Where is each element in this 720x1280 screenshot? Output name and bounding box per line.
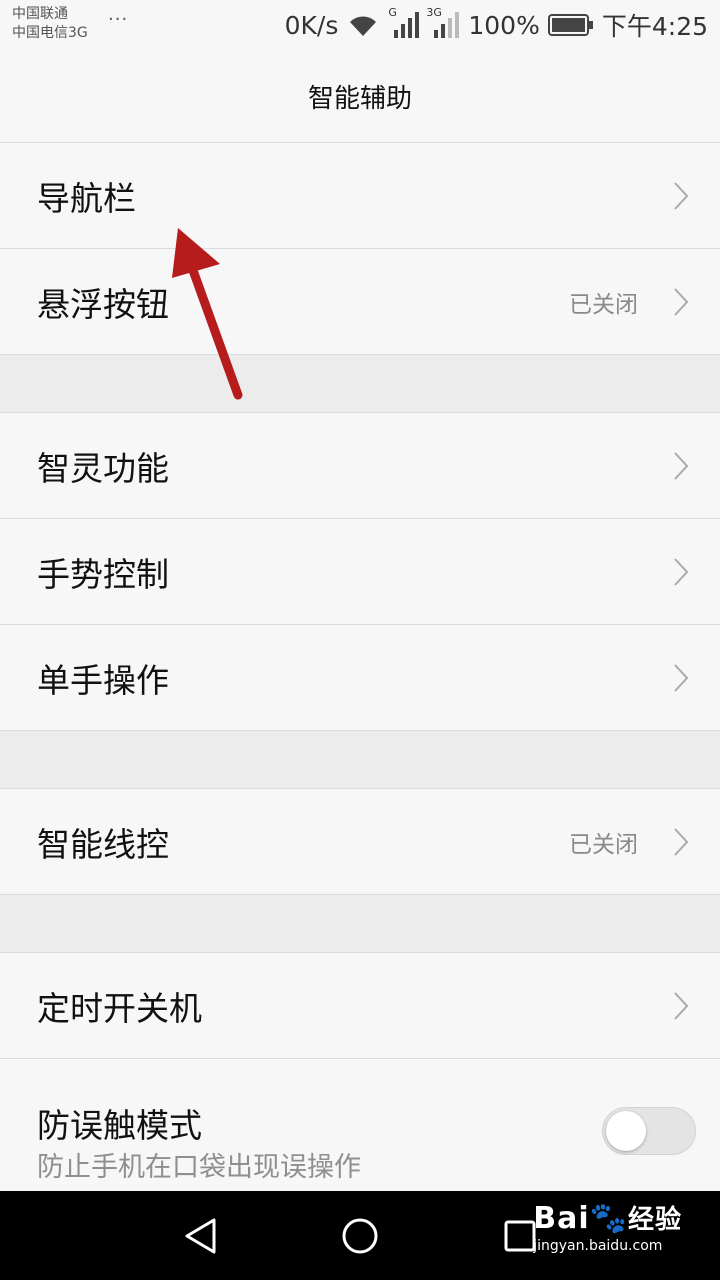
watermark-brand-cn: 经验 [627,1205,682,1235]
page-title: 智能辅助 [0,50,720,143]
setting-status: 已关闭 [569,831,638,858]
chevron-right-icon [674,991,689,1020]
paw-icon: 🐾 [589,1201,628,1236]
chevron-right-icon [674,287,689,316]
setting-smart-features[interactable]: 智灵功能 [0,413,720,519]
chevron-right-icon [674,827,689,856]
setting-floating-button[interactable]: 悬浮按钮 已关闭 [0,249,720,355]
chevron-right-icon [674,557,689,586]
chevron-right-icon [674,663,689,692]
more-notifications-icon: ··· [108,9,129,30]
screen: 中国联通 中国电信3G ··· 0K/s G 3G 100% 下午4:25 智能… [0,0,720,1280]
pocket-mode-toggle[interactable] [602,1107,696,1155]
chevron-right-icon [674,181,689,210]
setting-pocket-mode[interactable]: 防误触模式 防止手机在口袋出现误操作 [0,1059,720,1195]
setting-label: 导航栏 [37,178,136,218]
battery-icon [547,14,593,36]
sim1-signal: G [388,6,420,40]
status-bar: 中国联通 中国电信3G ··· 0K/s G 3G 100% 下午4:25 [0,0,720,50]
setting-status: 已关闭 [569,291,638,318]
clock: 下午4:25 [601,12,708,41]
setting-label: 智能线控 [37,824,169,864]
setting-navigation-bar[interactable]: 导航栏 [0,143,720,249]
home-icon[interactable] [341,1217,379,1255]
setting-label: 单手操作 [37,660,169,700]
watermark: Bai🐾经验 jingyan.baidu.com [533,1199,682,1254]
status-icons: 0K/s G 3G 100% 下午4:25 [285,6,708,44]
setting-one-hand-mode[interactable]: 单手操作 [0,625,720,731]
navigation-bar: Bai🐾经验 jingyan.baidu.com [0,1191,720,1280]
battery-percent: 100% [468,10,540,40]
setting-gesture-control[interactable]: 手势控制 [0,519,720,625]
section-divider [0,731,720,789]
setting-label: 悬浮按钮 [37,284,169,324]
section-divider [0,355,720,413]
chevron-right-icon [674,451,689,480]
setting-scheduled-power[interactable]: 定时开关机 [0,953,720,1059]
section-divider [0,895,720,953]
setting-subtitle: 防止手机在口袋出现误操作 [37,1152,361,1183]
carrier-info: 中国联通 中国电信3G [12,5,88,43]
watermark-brand-latin: Bai [533,1201,590,1236]
sim2-signal: 3G [426,6,460,40]
network-speed: 0K/s [284,10,339,40]
carrier-2: 中国电信3G [12,25,88,41]
settings-list: 导航栏 悬浮按钮 已关闭 智灵功能 手势控制 单手操作 智能线控 已关闭 定时开… [0,143,720,1195]
watermark-url: jingyan.baidu.com [533,1238,663,1254]
setting-label: 防误触模式 [37,1106,202,1145]
setting-label: 手势控制 [37,554,169,594]
setting-label: 智灵功能 [37,448,169,488]
signal-icon [434,12,460,38]
setting-smart-wire-control[interactable]: 智能线控 已关闭 [0,789,720,895]
watermark-brand: Bai🐾经验 [533,1199,682,1236]
setting-label: 定时开关机 [37,988,202,1028]
carrier-1: 中国联通 [12,6,68,22]
recent-apps-icon[interactable] [503,1219,537,1253]
signal-icon [394,12,420,38]
back-icon[interactable] [182,1216,218,1256]
toggle-knob [606,1111,646,1151]
wifi-icon [350,16,377,36]
